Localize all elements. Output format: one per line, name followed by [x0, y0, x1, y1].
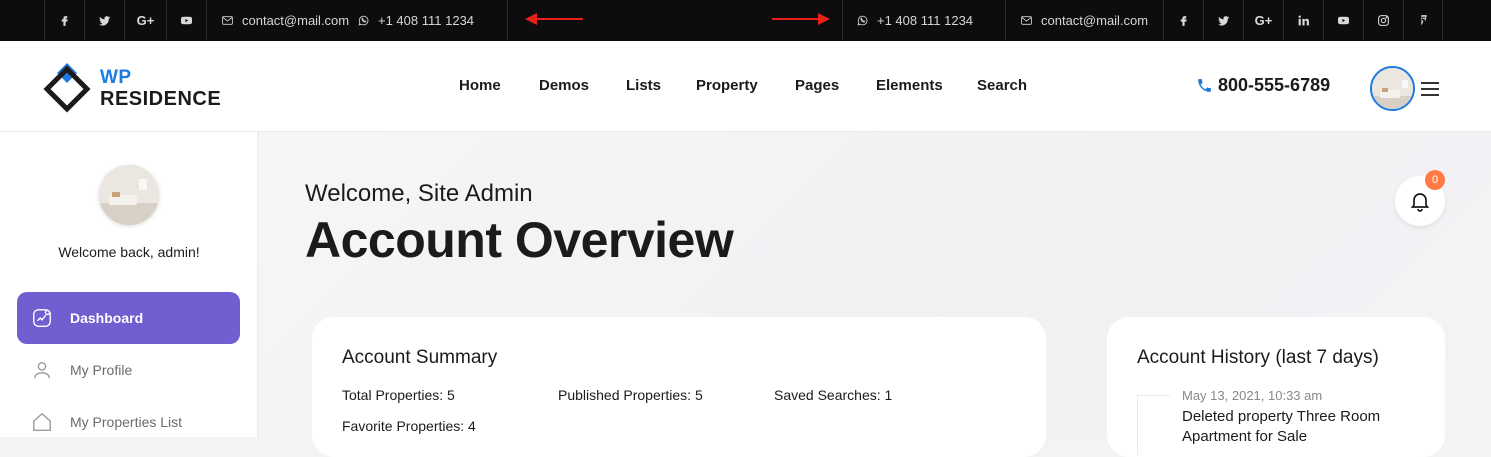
sidebar-item-my-profile[interactable]: My Profile — [17, 344, 240, 396]
chart-icon — [33, 309, 51, 327]
mail-icon — [222, 15, 233, 25]
phone-icon — [1198, 79, 1211, 92]
history-timeline — [1137, 395, 1170, 455]
history-entry-date: May 13, 2021, 10:33 am — [1182, 388, 1323, 403]
stat-saved-searches: Saved Searches: 1 — [774, 387, 893, 403]
stat-total-properties: Total Properties: 5 — [342, 387, 455, 403]
menu-hamburger-icon[interactable] — [1421, 82, 1439, 96]
logo-text-residence: RESIDENCE — [100, 88, 222, 110]
divider — [1005, 0, 1006, 40]
page-title: Account Overview — [305, 212, 734, 268]
right-contact-email[interactable]: contact@mail.com — [1020, 0, 1148, 40]
site-logo[interactable]: WP RESIDENCE — [43, 61, 223, 113]
nav-elements[interactable]: Elements — [876, 77, 943, 94]
sidebar-item-my-properties-list[interactable]: My Properties List — [17, 396, 240, 448]
nav-search[interactable]: Search — [977, 77, 1027, 94]
youtube-icon[interactable] — [166, 0, 206, 40]
logo-diamond-icon — [43, 63, 91, 113]
header-phone[interactable]: 800-555-6789 — [1196, 75, 1330, 96]
avatar-room-image — [1372, 68, 1413, 109]
left-contact-phone[interactable]: +1 408 111 1234 — [357, 0, 474, 40]
google-plus-icon[interactable]: G+ — [1243, 0, 1283, 40]
foursquare-icon[interactable] — [1403, 0, 1443, 40]
youtube-icon[interactable] — [1323, 0, 1363, 40]
nav-property[interactable]: Property — [696, 77, 758, 94]
user-avatar[interactable] — [1370, 66, 1415, 111]
linkedin-icon[interactable] — [1283, 0, 1323, 40]
whatsapp-icon — [358, 15, 369, 25]
nav-home[interactable]: Home — [459, 77, 501, 94]
right-contact-phone[interactable]: +1 408 111 1234 — [856, 0, 973, 40]
twitter-icon[interactable] — [84, 0, 124, 40]
whatsapp-icon — [857, 15, 868, 25]
twitter-icon[interactable] — [1203, 0, 1243, 40]
dashboard-main: Welcome, Site Admin Account Overview 0 A… — [259, 132, 1491, 457]
stat-favorite-properties: Favorite Properties: 4 — [342, 418, 476, 434]
avatar-room-image — [99, 165, 159, 225]
sidebar-item-dashboard[interactable]: Dashboard — [17, 292, 240, 344]
facebook-icon[interactable] — [44, 0, 84, 40]
nav-demos[interactable]: Demos — [539, 77, 589, 94]
divider — [507, 0, 508, 40]
logo-text-wp: WP — [100, 67, 132, 88]
welcome-back-text: Welcome back, admin! — [58, 244, 200, 260]
mail-icon — [1021, 15, 1032, 25]
nav-lists[interactable]: Lists — [626, 77, 661, 94]
sidebar-avatar — [99, 165, 159, 225]
stat-published-properties: Published Properties: 5 — [558, 387, 703, 403]
top-bar: G+ contact@mail.com +1 408 111 1234 +1 4… — [0, 0, 1491, 41]
divider — [206, 0, 207, 40]
account-history-card: Account History (last 7 days) May 13, 20… — [1107, 317, 1445, 457]
user-icon — [33, 361, 51, 379]
arrow-right-icon — [772, 13, 830, 25]
nav-pages[interactable]: Pages — [795, 77, 839, 94]
arrow-left-icon — [525, 13, 583, 25]
left-contact-email[interactable]: contact@mail.com — [221, 0, 349, 40]
account-summary-card: Account Summary Total Properties: 5 Publ… — [312, 317, 1046, 457]
site-header: WP RESIDENCE Home Demos Lists Property P… — [0, 41, 1491, 132]
account-history-title: Account History (last 7 days) — [1137, 347, 1379, 368]
instagram-icon[interactable] — [1363, 0, 1403, 40]
account-summary-title: Account Summary — [342, 347, 498, 368]
divider — [842, 0, 843, 40]
welcome-heading: Welcome, Site Admin — [305, 180, 533, 207]
google-plus-icon[interactable]: G+ — [124, 0, 166, 40]
facebook-icon[interactable] — [1163, 0, 1203, 40]
dashboard-sidebar: Welcome back, admin! Dashboard My Profil… — [0, 132, 258, 437]
bell-icon — [1410, 193, 1430, 212]
notification-count-badge: 0 — [1425, 170, 1445, 190]
history-entry-text: Deleted property Three Room Apartment fo… — [1182, 408, 1381, 445]
home-icon — [33, 412, 51, 431]
